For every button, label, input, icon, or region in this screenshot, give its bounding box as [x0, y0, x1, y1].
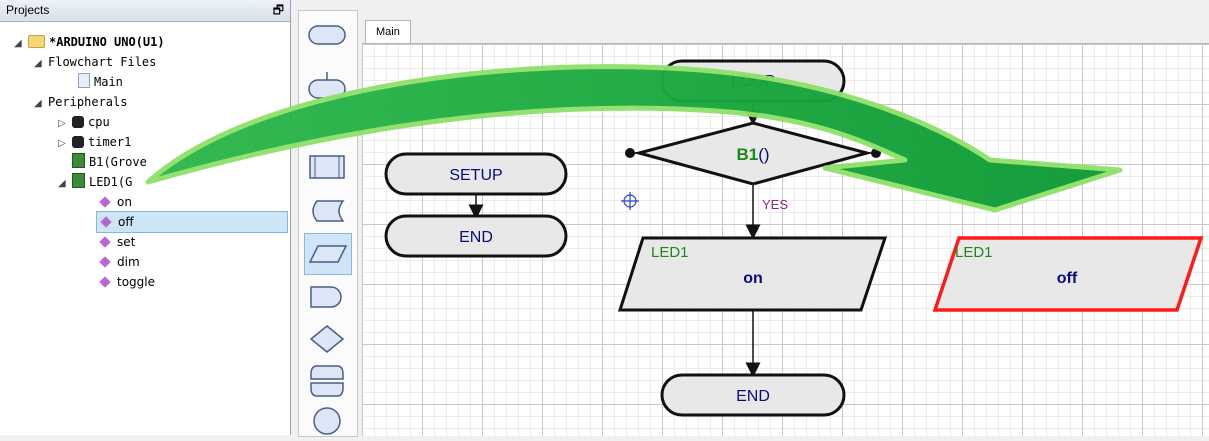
tab-main[interactable]: Main [365, 20, 411, 43]
delay-shape-icon [310, 286, 342, 308]
tree-item-method-dim[interactable]: dim [98, 252, 140, 272]
subroutine-shape-icon [309, 155, 345, 179]
tool-connector[interactable] [304, 401, 350, 441]
tree-item-flowchart-files[interactable]: ◢ Flowchart Files [34, 52, 156, 72]
loop-shape-icon [310, 365, 344, 397]
method-gem-icon [99, 276, 111, 288]
tree-item-method-set[interactable]: set [98, 232, 135, 252]
tree-item-timer1[interactable]: ▷ timer1 [58, 132, 131, 152]
tool-decision[interactable] [304, 319, 350, 359]
tool-stored-data[interactable] [304, 191, 350, 231]
tree-item-peripherals[interactable]: ◢ Peripherals [34, 92, 127, 112]
collapse-arrow-icon[interactable]: ◢ [34, 54, 48, 74]
tree-item-arduino[interactable]: ◢ *ARDUINO UNO(U1) [14, 32, 165, 52]
tool-subroutine[interactable] [304, 147, 350, 187]
board-icon [72, 153, 85, 168]
tree-item-led1[interactable]: ◢ LED1(G [58, 172, 132, 192]
chip-icon [72, 116, 84, 128]
collapse-arrow-icon[interactable]: ◢ [14, 34, 28, 54]
board-icon [72, 173, 85, 188]
chip-icon [72, 136, 84, 148]
method-gem-icon [99, 256, 111, 268]
io-parallelogram-icon [308, 245, 348, 263]
terminator-shape-icon [308, 25, 346, 45]
stored-data-shape-icon [312, 200, 345, 222]
flowchart-file-icon [78, 73, 90, 88]
tool-delay[interactable] [304, 277, 350, 317]
method-gem-icon [100, 216, 112, 228]
tree-item-method-toggle[interactable]: toggle [98, 272, 155, 292]
tree-item-method-on[interactable]: on [98, 192, 132, 212]
tool-terminator[interactable] [304, 15, 350, 55]
projects-header: Projects 🗗 [0, 0, 290, 22]
connector-circle-icon [313, 407, 341, 435]
tool-terminator-connector[interactable] [304, 67, 350, 107]
expand-arrow-icon[interactable]: ▷ [58, 134, 72, 154]
collapse-arrow-icon[interactable]: ◢ [34, 94, 48, 114]
expand-arrow-icon[interactable]: ▷ [58, 114, 72, 134]
tree-item-cpu[interactable]: ▷ cpu [58, 112, 110, 132]
tool-loop[interactable] [304, 361, 350, 401]
projects-panel: Projects 🗗 ◢ *ARDUINO UNO(U1) ◢ Flowchart … [0, 0, 291, 435]
terminator-connector-icon [308, 72, 346, 99]
folder-open-icon [28, 35, 45, 48]
tree-item-method-off[interactable]: off [96, 211, 288, 233]
method-gem-icon [99, 236, 111, 248]
decision-diamond-icon [309, 325, 345, 353]
tool-io[interactable] [304, 233, 352, 275]
collapse-arrow-icon[interactable]: ◢ [58, 174, 72, 194]
shape-toolbox [298, 10, 358, 437]
tree-item-b1[interactable]: B1(Grove [72, 152, 147, 172]
flowchart-canvas[interactable] [362, 43, 1209, 436]
tree-item-main[interactable]: Main [78, 72, 123, 92]
projects-title: Projects [6, 3, 50, 17]
method-gem-icon [99, 196, 111, 208]
dock-pin-icon[interactable]: 🗗 [273, 0, 284, 21]
